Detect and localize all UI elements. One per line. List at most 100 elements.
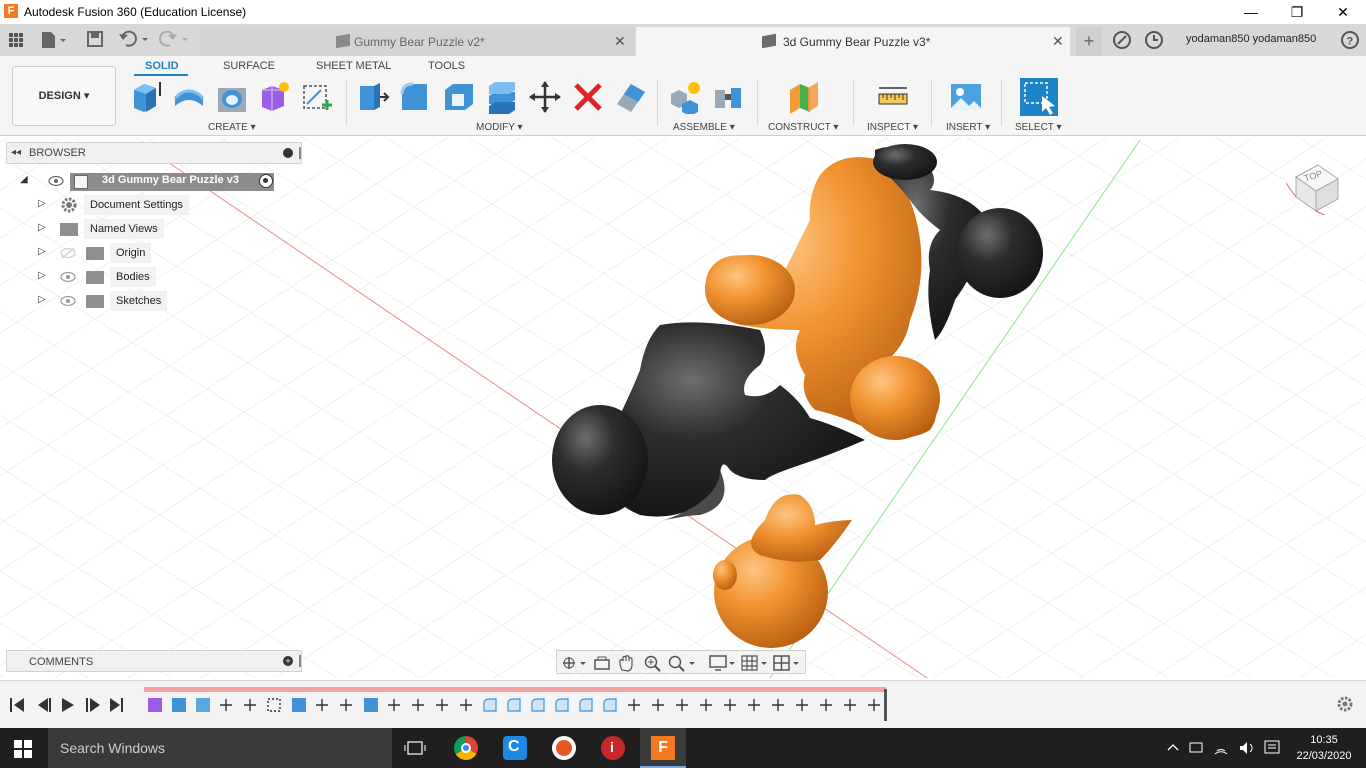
workspace-switcher[interactable]: DESIGN ▾ — [12, 66, 116, 126]
step-forward-button[interactable] — [84, 697, 98, 713]
activate-radio-icon[interactable] — [259, 174, 273, 188]
tab-sheet-metal[interactable]: SHEET METAL — [316, 60, 391, 72]
action-center-icon[interactable] — [1264, 740, 1280, 756]
pan-hand-icon[interactable] — [617, 654, 635, 672]
eye-icon[interactable] — [60, 295, 76, 307]
app-icon-red[interactable]: i — [601, 736, 625, 760]
measure-icon[interactable] — [876, 80, 910, 114]
fit-zoom-icon[interactable] — [667, 654, 697, 672]
clock-history-icon[interactable] — [1144, 30, 1164, 50]
press-pull-icon[interactable] — [356, 80, 390, 114]
eye-icon[interactable] — [60, 271, 76, 283]
browser-item-sketches[interactable]: ▷ Sketches — [38, 291, 198, 311]
combine-icon[interactable] — [485, 80, 519, 114]
collapse-arrow-icon[interactable]: ◢ — [20, 174, 32, 188]
extrude-icon[interactable] — [130, 80, 164, 114]
create-sketch-icon[interactable] — [301, 80, 335, 114]
chrome-icon[interactable] — [454, 736, 478, 760]
delete-icon[interactable] — [571, 80, 605, 114]
timeline-features[interactable] — [146, 695, 886, 715]
shell-icon[interactable] — [442, 80, 476, 114]
collapse-browser-icon[interactable]: ◂◂ — [11, 147, 21, 158]
ccleaner-icon[interactable]: C — [503, 736, 527, 760]
user-account-name[interactable]: yodaman850 yodaman850 — [1186, 33, 1316, 45]
fillet-icon[interactable] — [399, 80, 433, 114]
move-icon[interactable] — [528, 80, 562, 114]
expand-arrow-icon[interactable]: ▷ — [38, 246, 50, 260]
redo-icon[interactable] — [158, 30, 192, 48]
insert-group-label[interactable]: INSERT ▾ — [946, 122, 990, 133]
browser-root-node[interactable]: ◢ 3d Gummy Bear Puzzle v3 — [20, 171, 280, 191]
orbit-icon[interactable] — [561, 654, 587, 672]
select-icon[interactable] — [1020, 78, 1058, 116]
physical-material-icon[interactable] — [614, 80, 648, 114]
apps-grid-icon[interactable] — [8, 32, 24, 48]
revolve-icon[interactable] — [172, 80, 206, 114]
maximize-button[interactable]: ❐ — [1274, 0, 1320, 24]
inspect-group-label[interactable]: INSPECT ▾ — [867, 122, 918, 133]
taskbar-search-box[interactable]: Search Windows — [48, 728, 392, 768]
close-window-button[interactable]: ✕ — [1320, 0, 1366, 24]
modify-group-label[interactable]: MODIFY ▾ — [476, 122, 523, 133]
create-group-label[interactable]: CREATE ▾ — [208, 122, 256, 133]
title-bar: F Autodesk Fusion 360 (Education License… — [0, 0, 1366, 24]
taskbar-clock[interactable]: 10:35 22/03/2020 — [1288, 732, 1360, 764]
eye-hidden-icon[interactable] — [60, 247, 76, 259]
expand-arrow-icon[interactable]: ▷ — [38, 294, 50, 308]
task-view-icon[interactable] — [404, 738, 426, 758]
browser-item-document-settings[interactable]: ▷ Document Settings — [38, 195, 198, 215]
zoom-icon[interactable] — [643, 654, 661, 672]
minimize-button[interactable]: — — [1228, 0, 1274, 24]
timeline-track[interactable] — [144, 687, 886, 692]
new-component-icon[interactable] — [668, 80, 702, 116]
joint-icon[interactable] — [711, 80, 745, 114]
save-icon[interactable] — [86, 30, 104, 48]
file-menu-icon[interactable] — [40, 30, 68, 50]
grid-settings-icon[interactable] — [741, 654, 769, 672]
undo-icon[interactable] — [118, 30, 152, 48]
job-status-icon[interactable] — [1112, 30, 1132, 50]
hole-icon[interactable] — [215, 80, 249, 114]
add-comment-icon[interactable]: + — [283, 656, 293, 666]
tab-gummy-bear-v3[interactable]: 3d Gummy Bear Puzzle v3* ✕ — [636, 27, 1070, 56]
expand-arrow-icon[interactable]: ▷ — [38, 198, 50, 212]
timeline-marker[interactable] — [884, 689, 887, 721]
select-group-label[interactable]: SELECT ▾ — [1015, 122, 1062, 133]
browser-item-origin[interactable]: ▷ Origin — [38, 243, 198, 263]
tab-surface[interactable]: SURFACE — [223, 60, 275, 72]
comments-pin-icon[interactable] — [299, 655, 301, 667]
viewports-icon[interactable] — [773, 654, 801, 672]
eye-icon[interactable] — [48, 175, 64, 187]
app-icon-orange[interactable] — [552, 736, 576, 760]
viewcube[interactable]: TOP — [1286, 155, 1346, 215]
tab-gummy-bear-v2[interactable]: Gummy Bear Puzzle v2* ✕ — [200, 27, 634, 56]
browser-minimize-icon[interactable] — [283, 148, 293, 158]
timeline-settings-gear-icon[interactable] — [1336, 695, 1354, 713]
browser-pin-icon[interactable] — [299, 147, 301, 159]
construct-group-label[interactable]: CONSTRUCT ▾ — [768, 122, 838, 133]
help-icon[interactable]: ? — [1340, 30, 1360, 50]
insert-image-icon[interactable] — [949, 80, 983, 114]
play-button[interactable] — [60, 697, 74, 713]
expand-arrow-icon[interactable]: ▷ — [38, 222, 50, 236]
create-form-icon[interactable] — [258, 80, 292, 114]
tab-tools[interactable]: TOOLS — [428, 60, 465, 72]
go-to-start-button[interactable] — [10, 697, 24, 713]
system-tray-icons[interactable] — [1166, 740, 1262, 756]
browser-item-named-views[interactable]: ▷ Named Views — [38, 219, 198, 239]
expand-arrow-icon[interactable]: ▷ — [38, 270, 50, 284]
3d-viewport[interactable]: TOP — [0, 137, 1366, 678]
new-tab-button[interactable]: + — [1076, 27, 1102, 56]
step-back-button[interactable] — [34, 697, 48, 713]
browser-item-bodies[interactable]: ▷ Bodies — [38, 267, 198, 287]
go-to-end-button[interactable] — [108, 697, 122, 713]
close-tab-icon[interactable]: ✕ — [614, 33, 626, 50]
offset-plane-icon[interactable] — [786, 80, 820, 114]
fusion-taskbar-button[interactable]: F — [640, 728, 686, 768]
display-settings-icon[interactable] — [709, 654, 737, 672]
close-tab-icon[interactable]: ✕ — [1052, 33, 1064, 50]
assemble-group-label[interactable]: ASSEMBLE ▾ — [673, 122, 735, 133]
windows-start-icon[interactable] — [14, 740, 32, 758]
tab-solid[interactable]: SOLID — [145, 60, 179, 72]
look-at-icon[interactable] — [593, 654, 611, 672]
